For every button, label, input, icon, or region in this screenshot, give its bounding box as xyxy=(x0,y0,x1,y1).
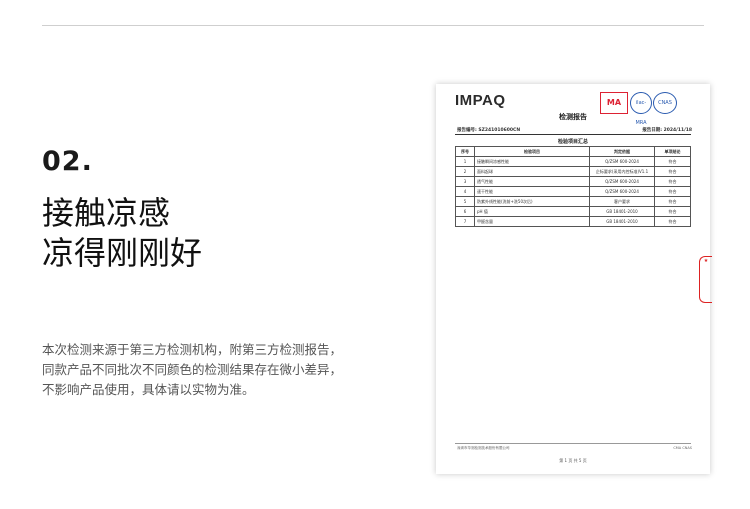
col-header-basis: 判定依据 xyxy=(589,146,655,157)
cell-basis: 企标要求(采用内控标准)V1.1 xyxy=(589,166,655,177)
cell-no: 7 xyxy=(455,216,475,227)
impaq-logo: IMPAQ xyxy=(455,92,506,109)
cell-no: 1 xyxy=(455,156,475,167)
cell-basis: GB 18401-2010 xyxy=(589,216,655,227)
table-row: 2 面料起球 企标要求(采用内控标准)V1.1 符合 xyxy=(455,166,691,177)
cell-item: 接触瞬间凉感性能 xyxy=(474,156,590,167)
cnas-cert-icon: CNAS xyxy=(653,92,677,114)
table-row: 5 防紫外线性能(洗前+洗50次后) 客户要求 符合 xyxy=(455,196,691,207)
table-row: 3 透气性能 Q/ZSM 600-2024 符合 xyxy=(455,176,691,187)
summary-title: 检验项目汇总 xyxy=(557,139,588,145)
ilac-cert-icon: ilac-MRA xyxy=(630,92,652,126)
cell-no: 4 xyxy=(455,186,475,197)
description-line-2: 同款产品不同批次不同颜色的检测结果存在微小差异， xyxy=(42,362,343,377)
test-report-document: IMPAQ MA ilac-MRA CNAS 检测报告 报告编号: SZ2410… xyxy=(436,84,712,474)
cell-item: pH 值 xyxy=(474,206,590,217)
cma-cert-icon: MA xyxy=(600,92,628,114)
cell-item: 面料起球 xyxy=(474,166,590,177)
cell-basis: 客户要求 xyxy=(589,196,655,207)
report-number: 报告编号: SZ241010600CN xyxy=(457,128,521,133)
cell-result: 符合 xyxy=(654,166,691,177)
description-line-1: 本次检测来源于第三方检测机构，附第三方检测报告， xyxy=(42,342,343,357)
cell-basis: Q/ZSM 600-2024 xyxy=(589,156,655,167)
table-header-row: 序号 检验项目 判定依据 单项结论 xyxy=(455,146,691,157)
stamp-star-icon: ★ xyxy=(703,258,709,264)
report-date: 报告日期: 2024/11/18 xyxy=(642,128,692,133)
cell-result: 符合 xyxy=(654,196,691,207)
table-row: 4 速干性能 Q/ZSM 600-2024 符合 xyxy=(455,186,691,197)
col-header-no: 序号 xyxy=(455,146,475,157)
description-line-3: 不影响产品使用，具体请以实物为准。 xyxy=(42,382,255,397)
footer-rule xyxy=(455,443,691,444)
cell-result: 符合 xyxy=(654,216,691,227)
cell-no: 6 xyxy=(455,206,475,217)
inspection-stamp: ★ xyxy=(699,256,712,303)
headline-line-2: 凉得刚刚好 xyxy=(42,234,203,272)
cell-no: 3 xyxy=(455,176,475,187)
cell-result: 符合 xyxy=(654,176,691,187)
section-headline: 接触凉感 凉得刚刚好 xyxy=(42,193,202,273)
cell-item: 速干性能 xyxy=(474,186,590,197)
page-number: 第 1 页 共 5 页 xyxy=(559,458,587,463)
table-row: 1 接触瞬间凉感性能 Q/ZSM 600-2024 符合 xyxy=(455,156,691,167)
table-row: 7 甲醛含量 GB 18401-2010 符合 xyxy=(455,216,691,227)
cell-result: 符合 xyxy=(654,156,691,167)
footer-right: CMA CNAS xyxy=(673,446,692,450)
headline-line-1: 接触凉感 xyxy=(42,194,171,232)
section-description: 本次检测来源于第三方检测机构，附第三方检测报告， 同款产品不同批次不同颜色的检测… xyxy=(42,340,372,400)
cell-no: 5 xyxy=(455,196,475,207)
cell-basis: GB 18401-2010 xyxy=(589,206,655,217)
table-row: 6 pH 值 GB 18401-2010 符合 xyxy=(455,206,691,217)
section-number: 02. xyxy=(42,146,93,177)
footer-left: 深圳市华测检测技术股份有限公司 xyxy=(457,446,510,450)
cell-result: 符合 xyxy=(654,206,691,217)
header-rule xyxy=(455,134,691,135)
cell-item: 透气性能 xyxy=(474,176,590,187)
cell-item: 防紫外线性能(洗前+洗50次后) xyxy=(474,196,590,207)
col-header-result: 单项结论 xyxy=(654,146,691,157)
cell-item: 甲醛含量 xyxy=(474,216,590,227)
top-divider xyxy=(42,25,704,26)
report-title: 检测报告 xyxy=(559,113,587,121)
summary-table: 序号 检验项目 判定依据 单项结论 1 接触瞬间凉感性能 Q/ZSM 600-202… xyxy=(455,146,691,227)
col-header-item: 检验项目 xyxy=(474,146,590,157)
cell-no: 2 xyxy=(455,166,475,177)
cell-result: 符合 xyxy=(654,186,691,197)
cell-basis: Q/ZSM 600-2024 xyxy=(589,186,655,197)
cell-basis: Q/ZSM 600-2024 xyxy=(589,176,655,187)
